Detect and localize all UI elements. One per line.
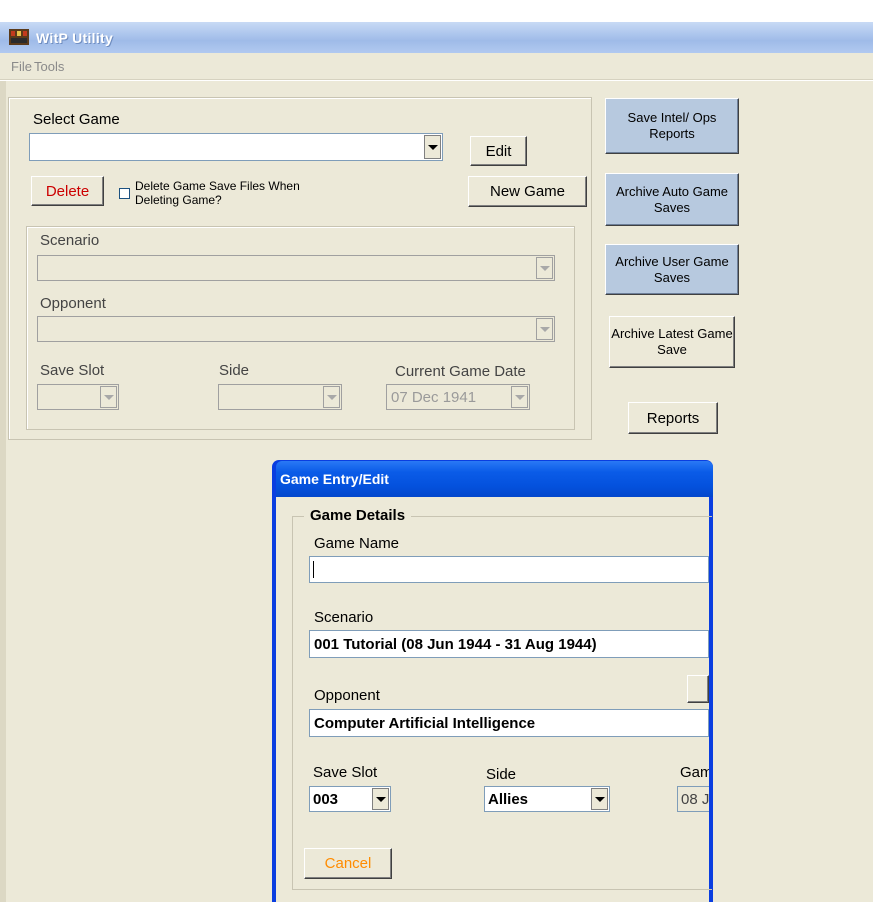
dialog-scenario-value: 001 Tutorial (08 Jun 1944 - 31 Aug 1944) (314, 636, 597, 653)
dialog-scenario-label: Scenario (314, 609, 374, 626)
chevron-down-icon (594, 796, 605, 802)
dialog-opponent-label: Opponent (314, 687, 380, 704)
chevron-down-icon (514, 394, 525, 400)
scenario-label: Scenario (40, 232, 100, 249)
opponent-label: Opponent (40, 295, 106, 312)
dialog-game-date-combo[interactable]: 08 J (677, 786, 709, 812)
app-icon (8, 26, 30, 48)
scenario-dropdown-arrow (536, 257, 553, 279)
current-game-date-value: 07 Dec 1941 (391, 389, 477, 406)
new-game-button[interactable]: New Game (468, 176, 587, 207)
dialog-side-dropdown-arrow[interactable] (591, 788, 608, 810)
dialog-title: Game Entry/Edit (280, 471, 389, 487)
select-game-label: Select Game (33, 111, 120, 128)
window-title: WitP Utility (36, 30, 114, 46)
dialog-game-date-value: 08 J (681, 791, 709, 808)
opponent-combo (37, 316, 555, 342)
dialog-save-slot-combo[interactable]: 003 (309, 786, 391, 812)
game-details-group-label: Game Details (304, 507, 412, 524)
dialog-save-slot-value: 003 (313, 791, 339, 808)
side-dropdown-arrow (323, 386, 340, 408)
save-intel-ops-reports-button[interactable]: Save Intel/ Ops Reports (605, 98, 739, 154)
chevron-down-icon (326, 394, 337, 400)
opponent-dropdown-arrow (536, 318, 553, 340)
chevron-down-icon (427, 144, 438, 150)
reports-button[interactable]: Reports (628, 402, 718, 434)
chevron-down-icon (103, 394, 114, 400)
delete-files-checkbox[interactable] (119, 188, 130, 199)
menu-file[interactable]: File (11, 59, 32, 74)
menu-tools[interactable]: Tools (34, 59, 64, 74)
game-name-label: Game Name (314, 535, 400, 552)
side-combo (218, 384, 342, 410)
dialog-side-value: Allies (488, 791, 529, 808)
archive-latest-game-save-button[interactable]: Archive Latest Game Save (609, 316, 735, 368)
save-slot-dropdown-arrow (100, 386, 117, 408)
opponent-edit-button-partial[interactable] (687, 675, 709, 703)
dialog-side-combo[interactable]: Allies (484, 786, 610, 812)
chevron-down-icon (539, 265, 550, 271)
scenario-combo (37, 255, 555, 281)
side-label: Side (219, 362, 250, 379)
save-slot-combo (37, 384, 119, 410)
menu-bar (0, 53, 873, 80)
window-titlebar[interactable] (0, 22, 873, 53)
dialog-save-slot-dropdown-arrow[interactable] (372, 788, 389, 810)
chevron-down-icon (539, 326, 550, 332)
dialog-side-label: Side (486, 766, 517, 783)
window-left-border (0, 81, 6, 902)
archive-user-game-saves-button[interactable]: Archive User Game Saves (605, 244, 739, 295)
dialog-game-date-label: Gam (680, 764, 709, 781)
dialog-scenario-combo[interactable]: 001 Tutorial (08 Jun 1944 - 31 Aug 1944) (309, 630, 709, 658)
edit-button[interactable]: Edit (470, 136, 527, 166)
select-game-dropdown-arrow[interactable] (424, 135, 441, 159)
select-game-combo[interactable] (29, 133, 443, 161)
dialog-opponent-combo[interactable]: Computer Artificial Intelligence (309, 709, 709, 737)
delete-button[interactable]: Delete (31, 176, 104, 206)
dialog-save-slot-label: Save Slot (313, 764, 378, 781)
current-game-date-combo: 07 Dec 1941 (386, 384, 530, 410)
cancel-button[interactable]: Cancel (304, 848, 392, 879)
chevron-down-icon (375, 796, 386, 802)
text-cursor (313, 561, 314, 578)
game-name-input[interactable] (309, 556, 709, 583)
delete-files-checkbox-label: Delete Game Save Files When Deleting Gam… (135, 179, 300, 207)
current-game-date-label: Current Game Date (395, 363, 526, 380)
save-slot-label: Save Slot (40, 362, 105, 379)
archive-auto-game-saves-button[interactable]: Archive Auto Game Saves (605, 173, 739, 226)
current-game-date-dropdown-arrow (511, 386, 528, 408)
dialog-opponent-value: Computer Artificial Intelligence (314, 715, 536, 732)
